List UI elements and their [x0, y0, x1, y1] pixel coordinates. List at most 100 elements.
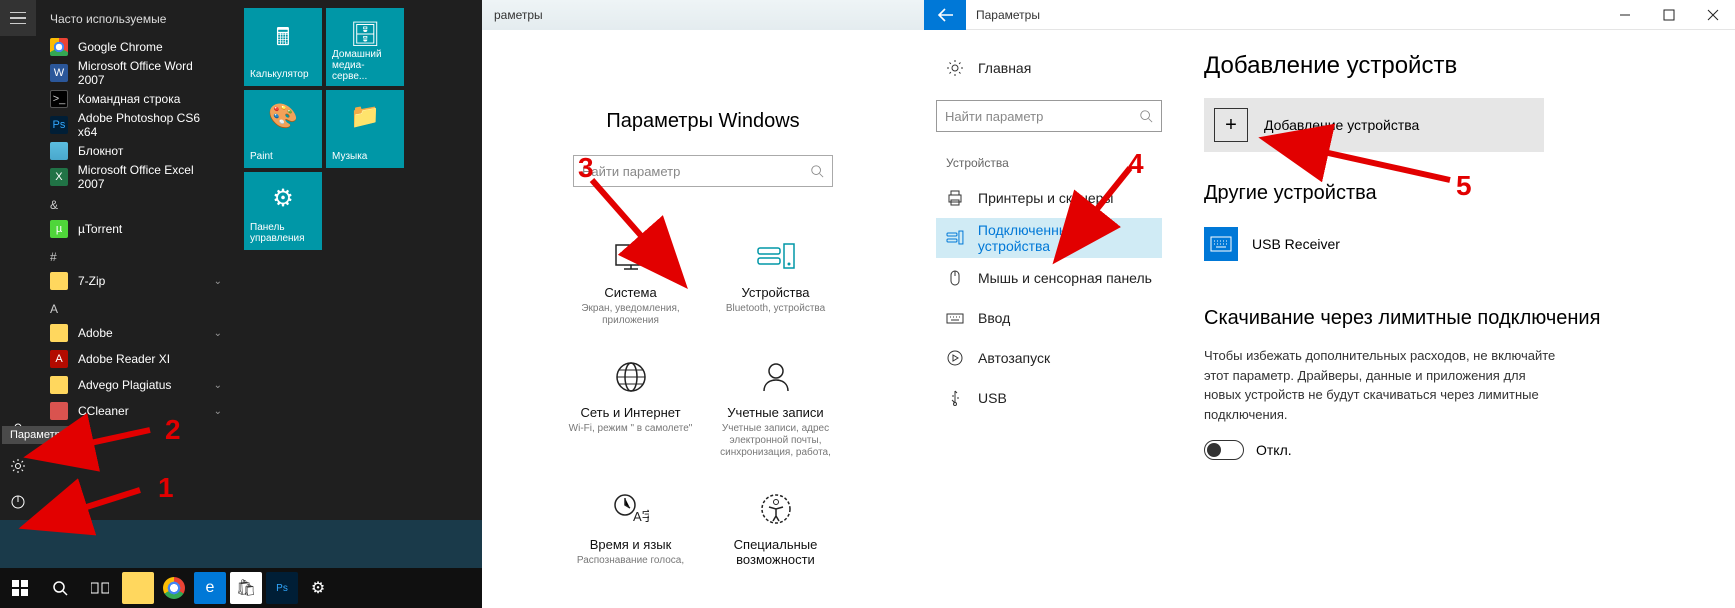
app-word[interactable]: WMicrosoft Office Word 2007: [36, 60, 236, 86]
taskbar-settings[interactable]: ⚙: [302, 572, 334, 604]
cmd-icon: >_: [50, 90, 68, 108]
chevron-down-icon: ⌄: [214, 328, 222, 339]
app-adobe-reader[interactable]: AAdobe Reader XI: [36, 346, 236, 372]
category-desc: Wi-Fi, режим " в самолете": [564, 423, 697, 435]
mouse-icon: [946, 269, 964, 287]
taskbar-chrome[interactable]: [158, 572, 190, 604]
tile-music[interactable]: 📁 Музыка: [326, 90, 404, 168]
system-icon: [611, 237, 651, 277]
most-used-header: Часто используемые: [36, 6, 236, 34]
category-ease-of-access[interactable]: Специальные возможности Экранный диктор,…: [703, 479, 848, 568]
settings-titlebar: раметры: [482, 0, 924, 30]
search-icon[interactable]: [40, 568, 80, 608]
settings-categories: Система Экран, уведомления, приложения У…: [502, 227, 904, 568]
sidebar-label: Подключенные устройства: [978, 222, 1152, 254]
ccleaner-icon: [50, 402, 68, 420]
settings-gear-icon[interactable]: [0, 448, 36, 484]
category-title: Сеть и Интернет: [564, 405, 697, 420]
letter-a[interactable]: A: [36, 294, 236, 320]
printer-icon: [946, 189, 964, 207]
taskbar-explorer[interactable]: [122, 572, 154, 604]
app-label: Adobe Reader XI: [78, 352, 170, 366]
tile-media-server[interactable]: 🗄Домашний медиа-серве...: [326, 8, 404, 86]
category-devices[interactable]: Устройства Bluetooth, устройства: [703, 227, 848, 337]
sidebar-label: USB: [978, 390, 1007, 406]
category-network[interactable]: Сеть и Интернет Wi-Fi, режим " в самолет…: [558, 347, 703, 469]
app-photoshop[interactable]: PsAdobe Photoshop CS6 x64: [36, 112, 236, 138]
maximize-button[interactable]: [1647, 0, 1691, 30]
sidebar-printers[interactable]: Принтеры и сканеры: [936, 178, 1162, 218]
app-label: CCleaner: [78, 404, 129, 418]
sidebar-mouse[interactable]: Мышь и сенсорная панель: [936, 258, 1162, 298]
app-notepad[interactable]: Блокнот: [36, 138, 236, 164]
add-device-button[interactable]: + Добавление устройства: [1204, 98, 1544, 152]
tile-label: Музыка: [332, 151, 398, 162]
letter-hash[interactable]: #: [36, 242, 236, 268]
app-7zip[interactable]: 7-Zip⌄: [36, 268, 236, 294]
app-label: µTorrent: [78, 222, 122, 236]
category-title: Устройства: [709, 285, 842, 300]
titlebar-text: раметры: [494, 8, 543, 22]
back-button[interactable]: [924, 0, 966, 30]
close-button[interactable]: [1691, 0, 1735, 30]
app-cmd[interactable]: >_Командная строка: [36, 86, 236, 112]
taskbar-edge[interactable]: e: [194, 572, 226, 604]
sidebar-group-header: Устройства: [936, 150, 1162, 178]
category-title: Система: [564, 285, 697, 300]
sidebar-typing[interactable]: Ввод: [936, 298, 1162, 338]
paint-icon: 🎨: [268, 102, 298, 131]
sidebar-home[interactable]: Главная: [936, 48, 1162, 88]
photoshop-icon: Ps: [50, 116, 68, 134]
app-label: Блокнот: [78, 144, 123, 158]
app-utorrent[interactable]: µ µTorrent: [36, 216, 236, 242]
devices-settings-window: Параметры Главная Найти параметр Устройс…: [924, 0, 1735, 608]
keyboard-icon: [946, 309, 964, 327]
utorrent-icon: µ: [50, 220, 68, 238]
calculator-icon: 🖩: [276, 20, 290, 61]
category-accounts[interactable]: Учетные записи Учетные записи, адрес эле…: [703, 347, 848, 469]
power-icon[interactable]: [0, 484, 36, 520]
app-ccleaner[interactable]: CCleaner⌄: [36, 398, 236, 424]
settings-title: Параметры Windows: [502, 110, 904, 133]
sidebar-label: Мышь и сенсорная панель: [978, 270, 1152, 286]
search-placeholder: Найти параметр: [945, 109, 1139, 124]
taskbar-store[interactable]: 🛍: [230, 572, 262, 604]
network-icon: [611, 357, 651, 397]
hamburger-icon[interactable]: [0, 0, 36, 36]
start-button[interactable]: [0, 568, 40, 608]
tile-label: Панель управления: [250, 222, 316, 244]
tile-control-panel[interactable]: ⚙Панель управления: [244, 172, 322, 250]
letter-amp[interactable]: &: [36, 190, 236, 216]
app-advego[interactable]: Advego Plagiatus⌄: [36, 372, 236, 398]
taskbar-photoshop[interactable]: Ps: [266, 572, 298, 604]
settings-search-input[interactable]: Найти параметр: [573, 155, 833, 187]
devices-icon: [756, 237, 796, 277]
category-time-language[interactable]: A字 Время и язык Распознавание голоса, ре…: [558, 479, 703, 568]
app-adobe-folder[interactable]: Adobe ⌄: [36, 320, 236, 346]
sidebar-search-input[interactable]: Найти параметр: [936, 100, 1162, 132]
chevron-down-icon: ⌄: [214, 380, 222, 391]
device-label: USB Receiver: [1252, 236, 1340, 252]
category-system[interactable]: Система Экран, уведомления, приложения: [558, 227, 703, 337]
sidebar-connected-devices[interactable]: Подключенные устройства: [936, 218, 1162, 258]
minimize-button[interactable]: [1603, 0, 1647, 30]
metered-toggle[interactable]: [1204, 440, 1244, 460]
folder-icon: 📁: [350, 102, 380, 131]
folder-icon: [50, 272, 68, 290]
ease-icon: [756, 489, 796, 529]
sidebar-label: Ввод: [978, 310, 1010, 326]
task-view-icon[interactable]: [80, 568, 120, 608]
sidebar-usb[interactable]: USB: [936, 378, 1162, 418]
devices-titlebar: Параметры: [924, 0, 1735, 30]
sidebar-autoplay[interactable]: Автозапуск: [936, 338, 1162, 378]
tile-paint[interactable]: 🎨Paint: [244, 90, 322, 168]
notepad-icon: [50, 142, 68, 160]
autoplay-icon: [946, 349, 964, 367]
category-title: Время и язык: [564, 537, 697, 552]
app-chrome[interactable]: Google Chrome: [36, 34, 236, 60]
tile-label: Домашний медиа-серве...: [332, 49, 398, 82]
tile-calculator[interactable]: 🖩Калькулятор: [244, 8, 322, 86]
app-label: Adobe: [78, 326, 113, 340]
app-excel[interactable]: XMicrosoft Office Excel 2007: [36, 164, 236, 190]
device-usb-receiver[interactable]: USB Receiver: [1204, 221, 1705, 267]
